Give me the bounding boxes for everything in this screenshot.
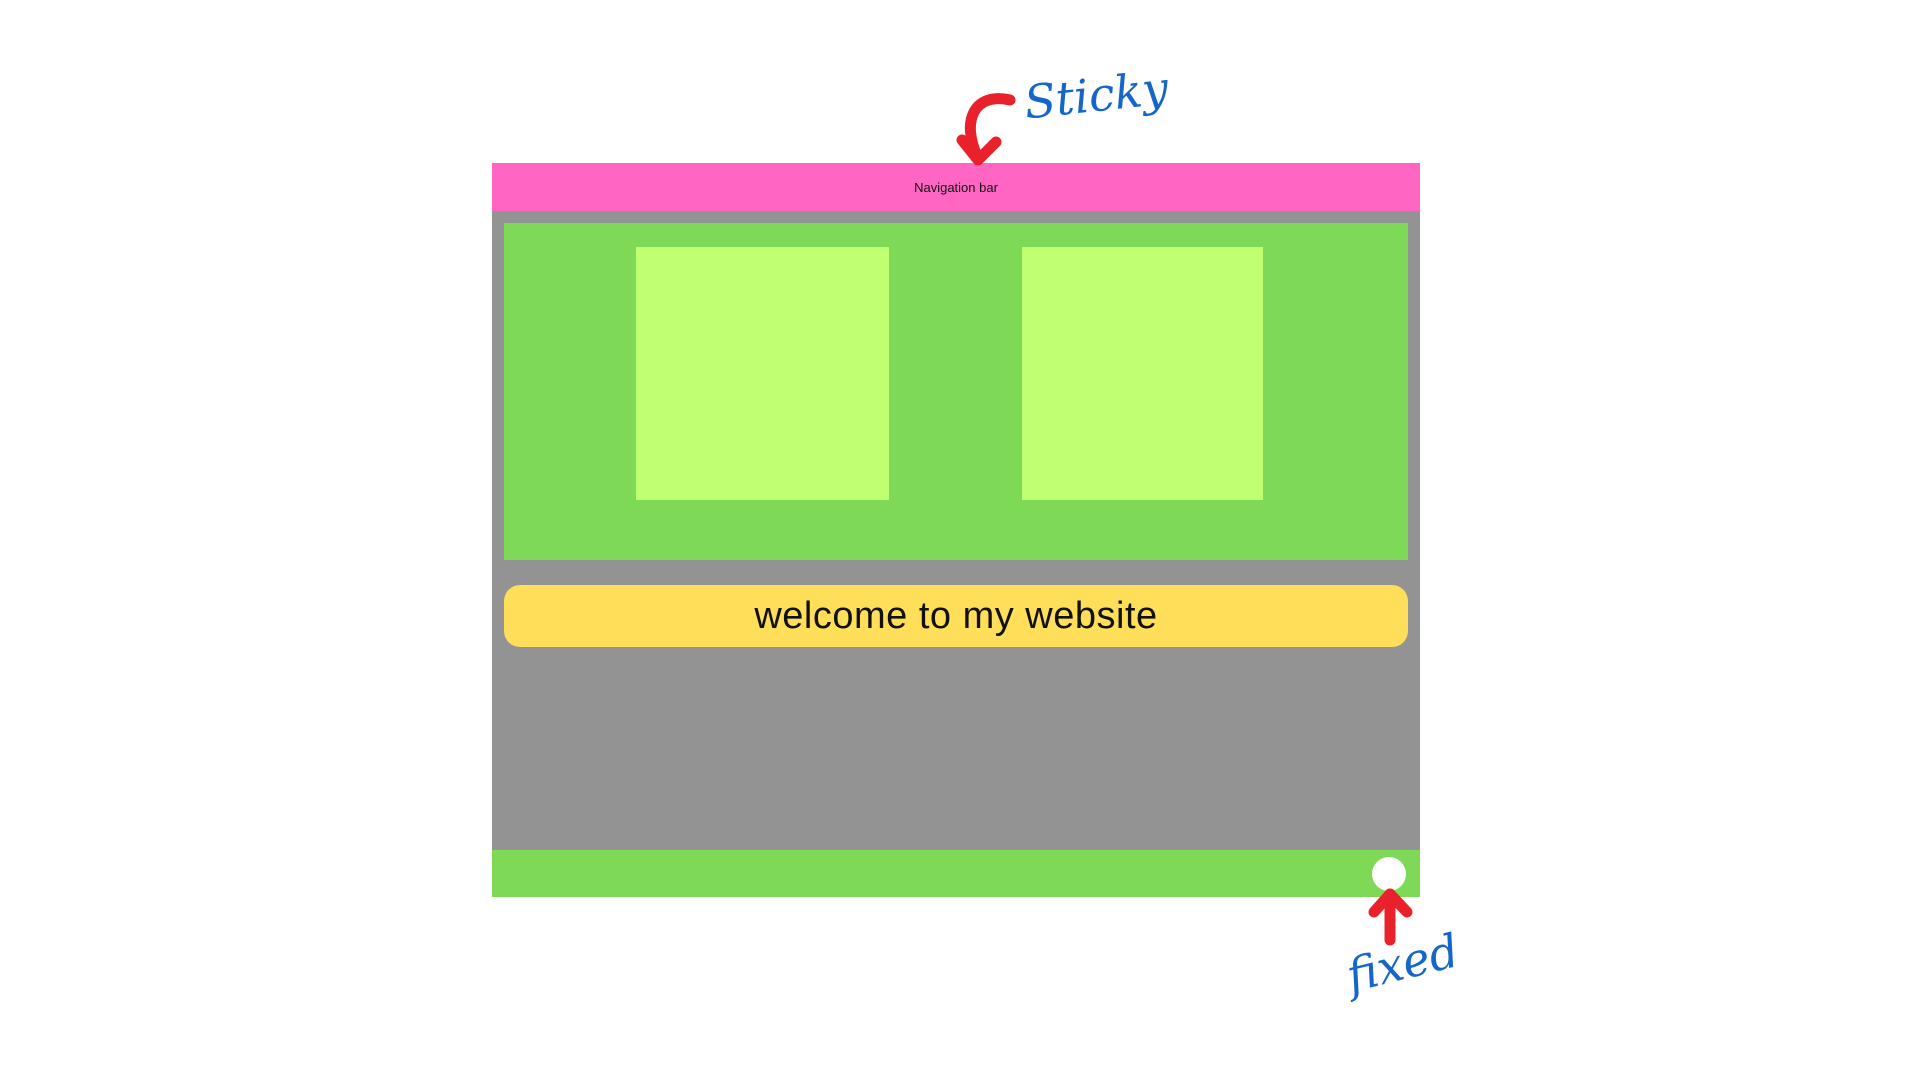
website-mockup: Navigation bar welcome to my website [492,163,1420,897]
navigation-bar: Navigation bar [492,163,1420,211]
navigation-bar-label: Navigation bar [914,179,998,195]
hero-box-left [636,247,889,500]
hero-box-right [1022,247,1263,500]
fixed-annotation: fixed [1341,923,1465,1003]
fixed-circle-button[interactable] [1372,857,1406,891]
hero-section [504,223,1408,560]
diagram-canvas: Navigation bar welcome to my website Sti… [0,0,1920,1080]
welcome-text: welcome to my website [754,594,1158,637]
footer-bar [492,850,1420,897]
welcome-banner: welcome to my website [504,585,1408,647]
curved-arrow-down-icon [956,93,1016,166]
sticky-annotation: Sticky [1021,60,1171,130]
arrow-up-icon [1368,888,1413,946]
